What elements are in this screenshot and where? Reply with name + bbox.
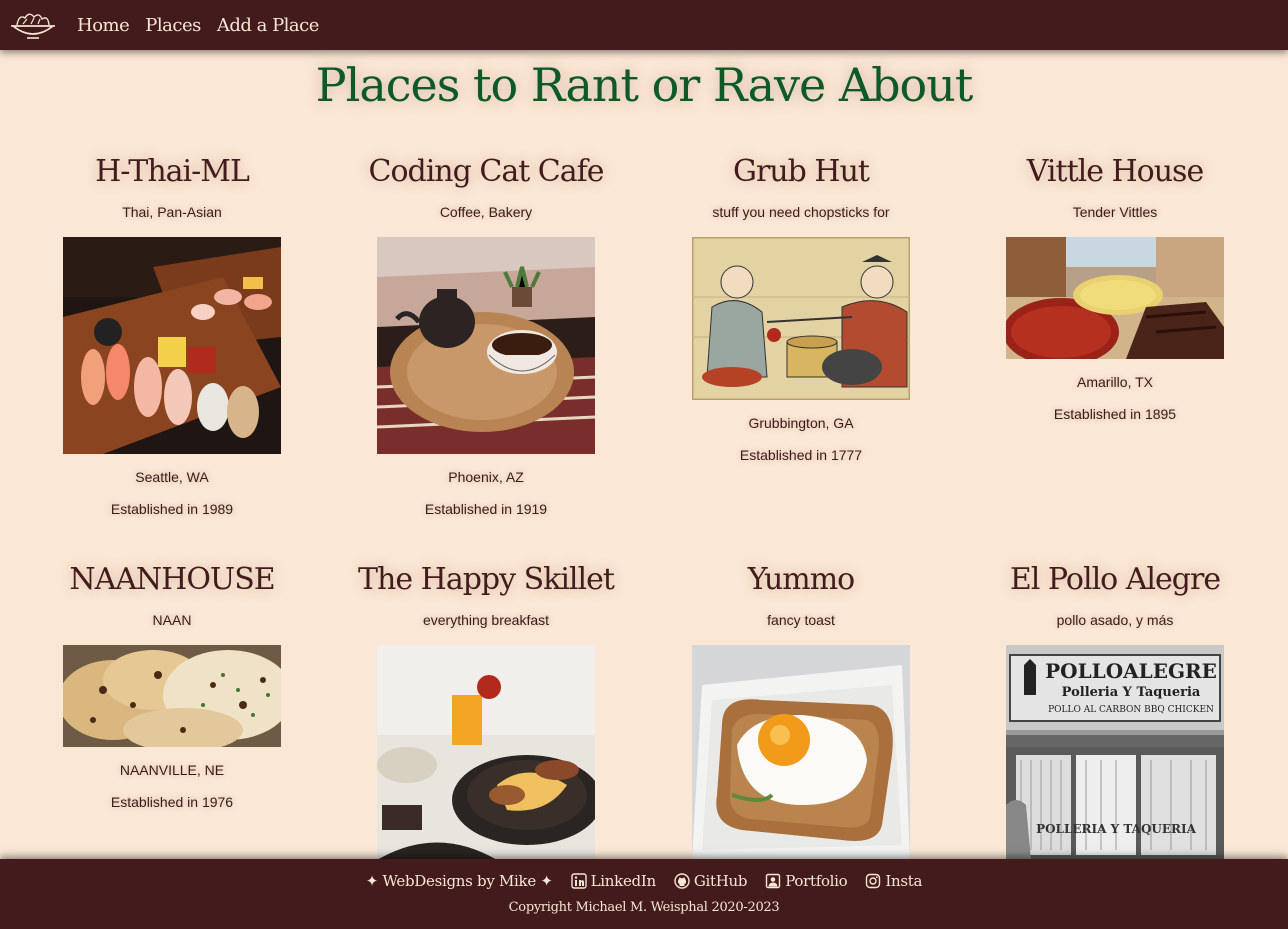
place-name[interactable]: Grub Hut bbox=[651, 152, 951, 192]
place-city: Grubbington, GA bbox=[748, 415, 854, 431]
place-card-happy-skillet: The Happy Skillet everything breakfast bbox=[336, 560, 636, 860]
nav-places-link[interactable]: Places bbox=[145, 15, 201, 36]
place-name[interactable]: NAANHOUSE bbox=[22, 560, 322, 600]
place-card-hthaiml: H-Thai-ML Thai, Pan-Asian Seattle, WA Es… bbox=[22, 152, 322, 518]
footer-github-link[interactable]: GitHub bbox=[674, 872, 747, 890]
place-founded: Established in 1919 bbox=[424, 501, 548, 517]
place-name[interactable]: Coding Cat Cafe bbox=[336, 152, 636, 192]
nav-add-place-link[interactable]: Add a Place bbox=[217, 15, 320, 36]
portfolio-icon bbox=[765, 873, 781, 889]
window-lettering: POLLERIA Y TAQUERIA bbox=[1036, 822, 1197, 836]
place-city: NAANVILLE, NE bbox=[119, 762, 225, 778]
linkedin-icon bbox=[570, 873, 587, 889]
place-cuisine: pollo asado, y más bbox=[1056, 612, 1174, 628]
place-founded: Established in 1976 bbox=[110, 794, 234, 810]
places-grid: H-Thai-ML Thai, Pan-Asian Seattle, WA Es… bbox=[0, 0, 1288, 929]
footer: ✦ WebDesigns by Mike ✦ LinkedIn GitHub P… bbox=[0, 859, 1288, 929]
place-city: Phoenix, AZ bbox=[448, 469, 524, 485]
footer-link-label: Portfolio bbox=[785, 872, 848, 890]
top-navbar: Home Places Add a Place bbox=[0, 0, 1288, 50]
place-card-yummo: Yummo fancy toast bbox=[651, 560, 951, 860]
place-cuisine: fancy toast bbox=[767, 612, 835, 628]
place-photo-western-food[interactable] bbox=[1006, 237, 1224, 359]
github-icon bbox=[674, 873, 690, 889]
footer-portfolio-link[interactable]: Portfolio bbox=[765, 872, 848, 890]
place-card-vittle-house: Vittle House Tender Vittles Amarillo, TX… bbox=[965, 152, 1265, 423]
place-cuisine: stuff you need chopsticks for bbox=[712, 204, 890, 220]
place-cuisine: NAAN bbox=[152, 612, 192, 628]
footer-link-label: Insta bbox=[885, 872, 923, 890]
place-photo-naan[interactable] bbox=[63, 645, 281, 747]
place-city: Seattle, WA bbox=[135, 469, 209, 485]
place-cuisine: everything breakfast bbox=[422, 612, 550, 628]
place-name[interactable]: Yummo bbox=[651, 560, 951, 600]
place-card-naanhouse: NAANHOUSE NAAN NAANVILLE, NE Established… bbox=[22, 560, 322, 811]
footer-link-label: GitHub bbox=[693, 872, 748, 890]
footer-link-label: LinkedIn bbox=[590, 872, 656, 890]
place-founded: Established in 1895 bbox=[1053, 406, 1177, 422]
place-card-grub-hut: Grub Hut stuff you need chopsticks for G… bbox=[651, 152, 951, 464]
sign-line-2: Polleria Y Taqueria bbox=[1062, 685, 1201, 700]
place-photo-sushi[interactable] bbox=[63, 237, 281, 454]
place-founded: Established in 1989 bbox=[110, 501, 234, 517]
footer-links: ✦ WebDesigns by Mike ✦ LinkedIn GitHub P… bbox=[0, 872, 1288, 890]
instagram-icon bbox=[866, 873, 881, 889]
place-photo-teapot[interactable] bbox=[377, 237, 595, 454]
place-name[interactable]: El Pollo Alegre bbox=[965, 560, 1265, 600]
footer-copyright: Copyright Michael M. Weisphal 2020-2023 bbox=[508, 900, 780, 915]
place-photo-painting[interactable] bbox=[692, 237, 910, 400]
salad-bowl-icon[interactable] bbox=[9, 8, 57, 42]
place-photo-storefront[interactable]: POLLOALEGRE Polleria Y Taqueria POLLO AL… bbox=[1006, 645, 1224, 860]
nav-home-link[interactable]: Home bbox=[77, 15, 130, 36]
place-cuisine: Thai, Pan-Asian bbox=[122, 204, 222, 220]
place-card-el-pollo-alegre: El Pollo Alegre pollo asado, y más POLLO… bbox=[965, 560, 1265, 860]
sign-line-3: POLLO AL CARBON BBQ CHICKEN bbox=[1048, 705, 1214, 715]
place-founded: Established in 1777 bbox=[739, 447, 863, 463]
footer-linkedin-link[interactable]: LinkedIn bbox=[570, 872, 656, 890]
footer-brand: ✦ WebDesigns by Mike ✦ bbox=[365, 872, 553, 890]
place-city: Amarillo, TX bbox=[1077, 374, 1153, 390]
sign-line-1: POLLOALEGRE bbox=[1045, 659, 1217, 683]
place-name[interactable]: Vittle House bbox=[965, 152, 1265, 192]
place-photo-breakfast[interactable] bbox=[377, 645, 595, 860]
place-cuisine: Coffee, Bakery bbox=[439, 204, 533, 220]
place-photo-egg-toast[interactable] bbox=[692, 645, 910, 860]
footer-insta-link[interactable]: Insta bbox=[865, 872, 922, 890]
place-card-coding-cat-cafe: Coding Cat Cafe Coffee, Bakery Phoenix, … bbox=[336, 152, 636, 518]
place-name[interactable]: H-Thai-ML bbox=[22, 152, 322, 192]
place-cuisine: Tender Vittles bbox=[1072, 204, 1158, 220]
place-name[interactable]: The Happy Skillet bbox=[336, 560, 636, 600]
